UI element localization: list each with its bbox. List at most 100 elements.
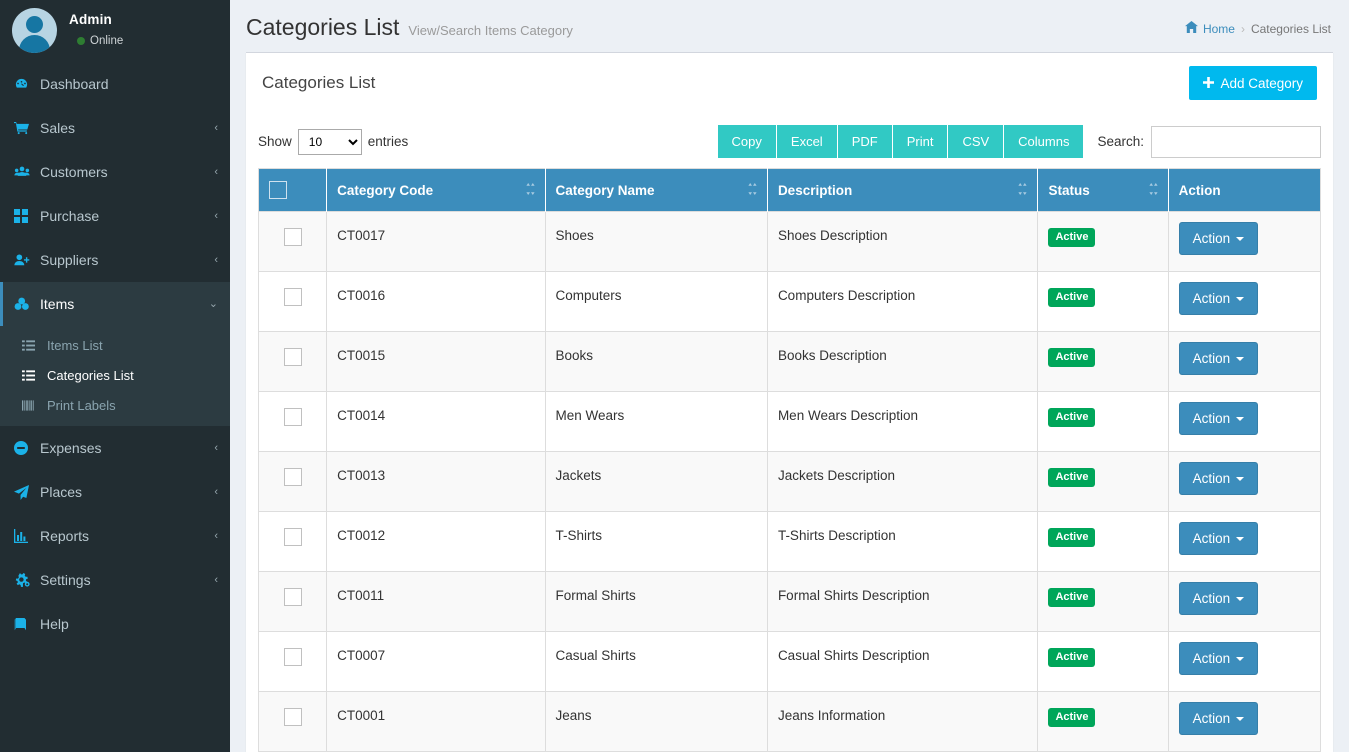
column-label: Category Code [337,182,434,198]
dashboard-icon [14,77,36,92]
list-icon [22,339,44,351]
row-action-button[interactable]: Action [1178,642,1259,675]
entries-per-page-select[interactable]: 102550100 [297,128,362,155]
breadcrumb-home-label: Home [1202,21,1235,36]
caret-down-icon [1236,716,1245,721]
row-checkbox[interactable] [283,528,302,546]
row-select-cell [258,211,328,272]
sidebar-subitem-items-list[interactable]: Items List [0,330,230,360]
row-select-cell [258,631,328,692]
row-action-button[interactable]: Action [1178,582,1259,615]
categories-table: Category Code Category Name Description … [258,168,1321,752]
row-checkbox[interactable] [283,348,302,366]
sidebar-item-purchase[interactable]: Purchase ‹ [0,194,230,238]
sidebar: Admin Online Dashboard Sales ‹ Customers… [0,0,230,752]
row-action-label: Action [1192,471,1231,486]
row-action-button[interactable]: Action [1178,222,1259,255]
sidebar-item-label: Places [40,484,83,500]
row-select-cell [258,691,328,752]
row-action-button[interactable]: Action [1178,462,1259,495]
caret-down-icon [1236,356,1245,361]
box-title: Categories List [262,73,376,92]
cell-action: Action [1168,211,1321,272]
sort-icon [748,182,757,198]
categories-box: Categories List Add Category Show 102550… [246,52,1333,752]
table-head: Category Code Category Name Description … [258,168,1321,212]
table-row: CT0001 Jeans Jeans Information Active Action [258,691,1321,752]
content-wrapper: Categories List View/Search Items Catego… [230,0,1349,752]
status-badge: Active [1048,708,1096,727]
row-select-cell [258,511,328,572]
sidebar-item-expenses[interactable]: Expenses ‹ [0,426,230,470]
caret-icon: ‹ [214,121,218,134]
row-action-button[interactable]: Action [1178,282,1259,315]
sidebar-item-suppliers[interactable]: Suppliers ‹ [0,238,230,282]
sidebar-item-reports[interactable]: Reports ‹ [0,514,230,558]
add-category-button[interactable]: Add Category [1189,66,1317,100]
sidebar-item-places[interactable]: Places ‹ [0,470,230,514]
sidebar-item-customers[interactable]: Customers ‹ [0,150,230,194]
cell-action: Action [1168,631,1321,692]
length-label-before: Show [258,134,292,149]
caret-icon: ‹ [214,209,218,222]
row-action-button[interactable]: Action [1178,522,1259,555]
row-action-button[interactable]: Action [1178,342,1259,375]
breadcrumb-home-link[interactable]: Home [1184,21,1235,36]
items-submenu: Items List Categories List Print Labels [0,326,230,426]
box-body: Show 102550100 entries CopyExcelPDFPrint… [246,113,1333,752]
cell-description: Casual Shirts Description [767,631,1039,692]
breadcrumb-separator-icon: › [1240,21,1245,36]
page-subtitle: View/Search Items Category [408,23,573,38]
sidebar-item-label: Items [40,296,75,312]
cell-status: Active [1037,331,1169,392]
plus-icon [1203,75,1215,91]
export-button-pdf[interactable]: PDF [837,125,893,158]
export-button-print[interactable]: Print [892,125,949,158]
export-button-csv[interactable]: CSV [948,125,1005,158]
cell-status: Active [1037,571,1169,632]
cell-action: Action [1168,511,1321,572]
column-header-status[interactable]: Status [1037,168,1169,212]
row-checkbox[interactable] [283,648,302,666]
app-root: Admin Online Dashboard Sales ‹ Customers… [0,0,1349,752]
cell-category-name: Shoes [545,211,768,272]
home-icon [1184,21,1198,36]
sidebar-subitem-label: Categories List [47,367,134,383]
row-checkbox[interactable] [283,468,302,486]
select-all-checkbox[interactable] [269,181,287,199]
status-badge: Active [1048,288,1096,307]
search-input[interactable] [1151,125,1321,158]
column-header-category-name[interactable]: Category Name [545,168,768,212]
row-action-label: Action [1192,231,1231,246]
sidebar-subitem-print-labels[interactable]: Print Labels [0,390,230,420]
table-row: CT0013 Jackets Jackets Description Active Ac… [258,451,1321,512]
cell-description: Computers Description [767,271,1039,332]
row-checkbox[interactable] [283,588,302,606]
row-action-button[interactable]: Action [1178,402,1259,435]
export-button-copy[interactable]: Copy [717,125,777,158]
sidebar-item-help[interactable]: Help [0,602,230,646]
sidebar-item-dashboard[interactable]: Dashboard [0,62,230,106]
sidebar-item-sales[interactable]: Sales ‹ [0,106,230,150]
export-button-excel[interactable]: Excel [776,125,838,158]
cell-category-name: Jeans [545,691,768,752]
row-checkbox[interactable] [283,708,302,726]
cell-description: Jackets Description [767,451,1039,512]
cell-status: Active [1037,451,1169,512]
caret-down-icon [1236,296,1245,301]
sidebar-subitem-categories-list[interactable]: Categories List [0,360,230,390]
table-row: CT0016 Computers Computers Description Acti… [258,271,1321,332]
length-label-after: entries [367,134,409,149]
row-checkbox[interactable] [283,288,302,306]
export-button-columns[interactable]: Columns [1004,125,1084,158]
row-checkbox[interactable] [283,228,302,246]
column-header-category-code[interactable]: Category Code [326,168,546,212]
row-action-button[interactable]: Action [1178,702,1259,735]
sidebar-item-label: Settings [40,572,91,588]
row-checkbox[interactable] [283,408,302,426]
sidebar-item-settings[interactable]: Settings ‹ [0,558,230,602]
sidebar-item-items[interactable]: Items ⌄ Items List Categories List Print… [0,282,230,426]
column-header-description[interactable]: Description [767,168,1039,212]
cell-category-code: CT0007 [326,631,546,692]
chevron-down-icon: ⌄ [208,297,218,310]
